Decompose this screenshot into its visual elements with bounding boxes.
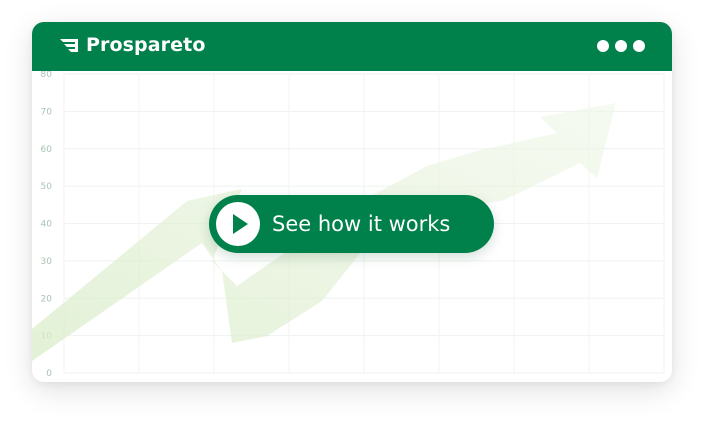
play-icon (233, 214, 248, 234)
app-header: Prospareto (32, 22, 672, 71)
prospareto-logo-icon (60, 39, 78, 52)
y-tick-label: 30 (41, 257, 53, 267)
y-tick-label: 0 (46, 369, 52, 379)
more-dot-icon (597, 40, 609, 52)
y-tick-label: 40 (41, 220, 53, 230)
video-card: Prospareto 01020304050607080 (32, 22, 672, 382)
more-dot-icon (633, 40, 645, 52)
brand-logo: Prospareto (58, 34, 205, 56)
cta-label: See how it works (272, 212, 451, 236)
play-button-circle (216, 202, 260, 246)
brand-name: Prospareto (86, 34, 206, 56)
see-how-it-works-button[interactable]: See how it works (209, 195, 494, 253)
y-tick-label: 50 (41, 182, 53, 192)
y-tick-label: 60 (41, 145, 53, 155)
y-tick-label: 70 (41, 107, 53, 117)
y-tick-label: 80 (41, 71, 53, 80)
y-tick-label: 20 (41, 294, 53, 304)
more-dot-icon (615, 40, 627, 52)
more-options-button[interactable] (597, 40, 645, 52)
